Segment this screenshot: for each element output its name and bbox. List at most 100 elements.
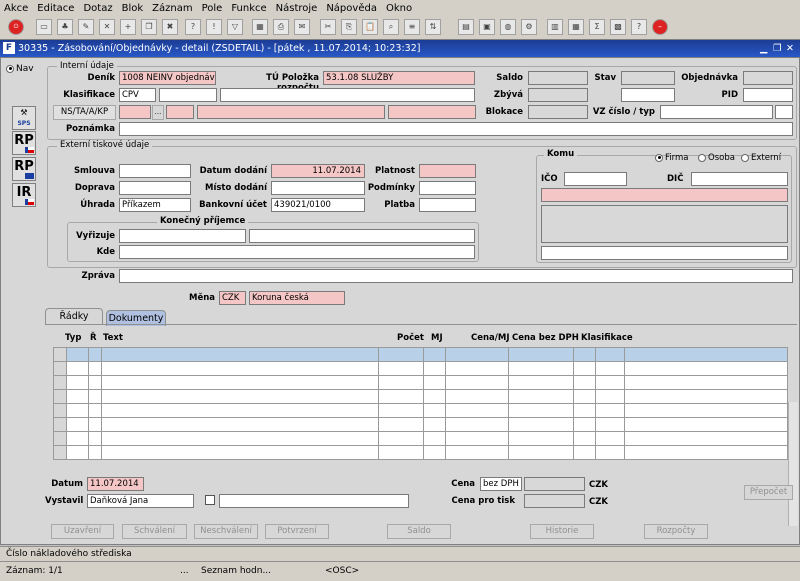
vz-typ-field[interactable] <box>775 105 793 119</box>
uzavreni-button[interactable]: Uzavření <box>51 524 114 539</box>
paste-icon[interactable]: 📋 <box>362 19 378 35</box>
firma-radio[interactable]: Firma <box>655 153 688 163</box>
table-cell[interactable] <box>573 445 596 460</box>
edit-icon[interactable]: ✎ <box>78 19 94 35</box>
rozpocty-button[interactable]: Rozpočty <box>644 524 708 539</box>
vystavil-note-field[interactable] <box>219 494 409 508</box>
table-row[interactable] <box>53 347 788 362</box>
table-cell[interactable] <box>88 431 102 446</box>
vystavil-field[interactable]: Daňková Jana <box>87 494 194 508</box>
rp-eu-button[interactable]: RP <box>12 157 36 181</box>
table-cell[interactable] <box>508 403 574 418</box>
table-cell[interactable] <box>508 389 574 404</box>
nsta-field-3[interactable] <box>197 105 385 119</box>
table-cell[interactable] <box>595 375 625 390</box>
table-cell[interactable] <box>595 403 625 418</box>
table-cell[interactable] <box>508 361 574 376</box>
table-cell[interactable] <box>423 389 446 404</box>
table-cell[interactable] <box>101 431 379 446</box>
menu-pole[interactable]: Pole <box>202 3 223 14</box>
vz-cislo-field[interactable] <box>660 105 773 119</box>
mena-code-field[interactable]: CZK <box>219 291 246 305</box>
table-cell[interactable] <box>624 445 788 460</box>
schvaleni-button[interactable]: Schválení <box>122 524 187 539</box>
table-cell[interactable] <box>624 431 788 446</box>
cena-type-field[interactable]: bez DPH <box>480 477 522 491</box>
chart-icon[interactable]: ▥ <box>547 19 563 35</box>
save-icon[interactable]: ▭ <box>36 19 52 35</box>
table-row[interactable] <box>53 417 788 432</box>
historie-button[interactable]: Historie <box>530 524 594 539</box>
sort-icon[interactable]: ⇅ <box>425 19 441 35</box>
table-cell[interactable] <box>595 417 625 432</box>
datum-dodani-field[interactable]: 11.07.2014 <box>271 164 365 178</box>
table-icon[interactable]: ▦ <box>568 19 584 35</box>
platnost-field[interactable] <box>419 164 476 178</box>
table-cell[interactable] <box>66 389 89 404</box>
globe-icon[interactable]: ◍ <box>500 19 516 35</box>
menu-funkce[interactable]: Funkce <box>231 3 266 14</box>
table-cell[interactable] <box>423 375 446 390</box>
firma-name-field[interactable] <box>541 188 788 202</box>
menu-zaznam[interactable]: Záznam <box>152 3 192 14</box>
dic-field[interactable] <box>691 172 788 186</box>
table-cell[interactable] <box>624 417 788 432</box>
kde-field[interactable] <box>119 245 475 259</box>
cut-icon[interactable]: ✂ <box>320 19 336 35</box>
potvrzeni-button[interactable]: Potvrzení <box>265 524 329 539</box>
table-cell[interactable] <box>66 361 89 376</box>
nsta-field-2[interactable] <box>166 105 194 119</box>
table-cell[interactable] <box>378 445 424 460</box>
table-cell[interactable] <box>378 403 424 418</box>
uhrada-field[interactable]: Příkazem <box>119 198 191 212</box>
table-cell[interactable] <box>66 403 89 418</box>
prepocet-button[interactable]: Přepočet <box>744 485 793 500</box>
doprava-field[interactable] <box>119 181 191 195</box>
table-cell[interactable] <box>445 403 509 418</box>
list-icon[interactable]: ≡ <box>404 19 420 35</box>
menu-okno[interactable]: Okno <box>386 3 412 14</box>
table-cell[interactable] <box>88 389 102 404</box>
smlouva-field[interactable] <box>119 164 191 178</box>
execute-query-icon[interactable]: ! <box>206 19 222 35</box>
rp-cz-button[interactable]: RP <box>12 131 36 155</box>
datum-field[interactable]: 11.07.2014 <box>87 477 144 491</box>
table-row[interactable] <box>53 403 788 418</box>
table-cell[interactable] <box>595 347 625 362</box>
table-cell[interactable] <box>88 403 102 418</box>
menu-dotaz[interactable]: Dotaz <box>83 3 112 14</box>
vystavil-checkbox[interactable] <box>205 495 215 505</box>
neschvaleni-button[interactable]: Neschválení <box>194 524 258 539</box>
table-cell[interactable] <box>508 445 574 460</box>
menu-akce[interactable]: Akce <box>4 3 28 14</box>
grid-scrollbar[interactable] <box>788 402 798 526</box>
table-cell[interactable] <box>66 375 89 390</box>
table-cell[interactable] <box>508 375 574 390</box>
table-cell[interactable] <box>423 417 446 432</box>
tree-icon[interactable]: ♣ <box>57 19 73 35</box>
table-cell[interactable] <box>445 417 509 432</box>
table-cell[interactable] <box>573 375 596 390</box>
nsta-button[interactable]: NS/TA/A/KP <box>53 105 116 120</box>
klasifikace-code-field[interactable]: CPV <box>119 88 156 102</box>
minimize-icon[interactable]: ▁ <box>760 40 767 57</box>
calendar-icon[interactable]: ▦ <box>252 19 268 35</box>
table-cell[interactable] <box>573 431 596 446</box>
osoba-radio[interactable]: Osoba <box>698 153 735 163</box>
denik-field[interactable]: 1008 NEINV objednávky <box>119 71 216 85</box>
table-cell[interactable] <box>101 417 379 432</box>
delete-record-icon[interactable]: ✖ <box>162 19 178 35</box>
externi-radio[interactable]: Externí <box>741 153 781 163</box>
table-cell[interactable] <box>624 403 788 418</box>
ir-cz-button[interactable]: IR <box>12 183 36 207</box>
nsta-field-4[interactable] <box>388 105 476 119</box>
table-cell[interactable] <box>573 389 596 404</box>
table-cell[interactable] <box>508 417 574 432</box>
maximize-icon[interactable]: ❐ <box>773 40 782 57</box>
mail-icon[interactable]: ✉ <box>294 19 310 35</box>
mena-name-field[interactable]: Koruna česká <box>249 291 345 305</box>
table-row[interactable] <box>53 445 788 460</box>
table-row[interactable] <box>53 389 788 404</box>
table-cell[interactable] <box>378 375 424 390</box>
print-icon[interactable]: ⎙ <box>273 19 289 35</box>
